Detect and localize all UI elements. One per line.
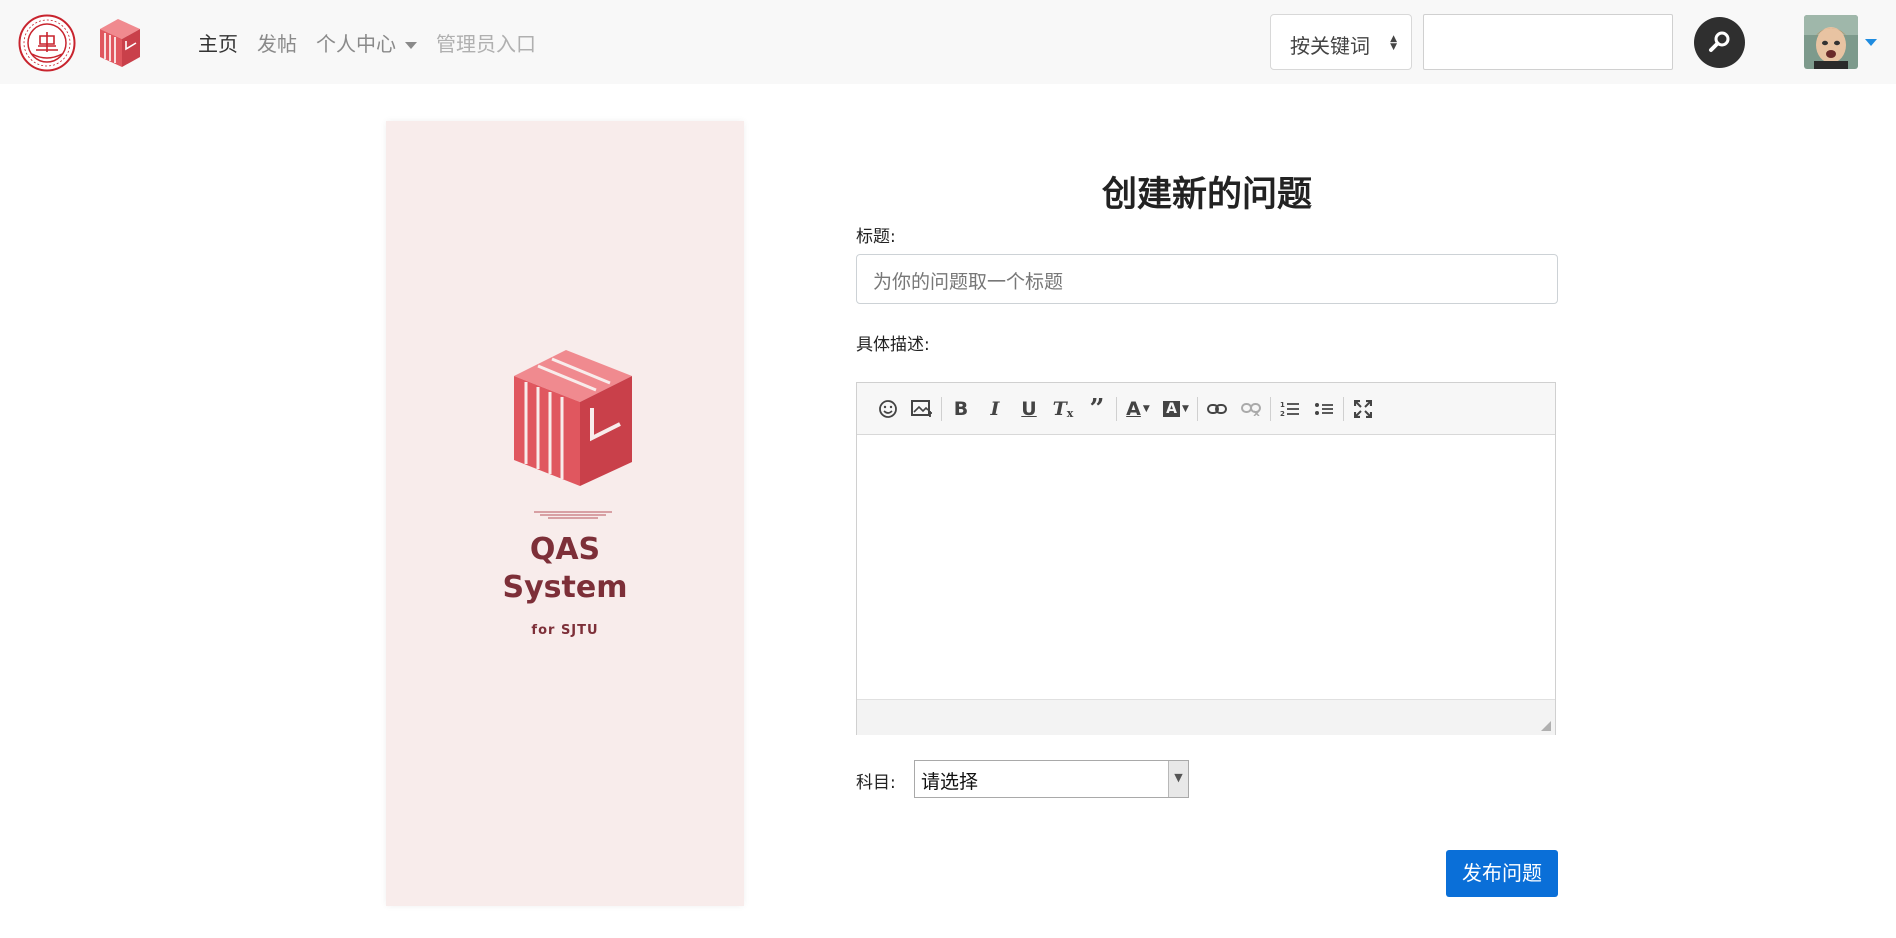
toolbar-separator: [1270, 396, 1271, 421]
unordered-list-icon[interactable]: [1307, 392, 1341, 426]
search-mode-select[interactable]: 按关键词 ▲ ▼: [1270, 14, 1412, 70]
title-input[interactable]: 为你的问题取一个标题: [856, 254, 1558, 304]
toolbar-separator: [1343, 396, 1344, 421]
chevron-down-icon: ▼: [1168, 761, 1188, 797]
svg-text:1: 1: [1280, 401, 1285, 409]
search-mode-value: 按关键词: [1290, 34, 1370, 58]
avatar-image: [1804, 15, 1858, 69]
banner-subtitle: for SJTU: [531, 623, 599, 638]
image-icon[interactable]: [905, 392, 939, 426]
search-button[interactable]: [1694, 17, 1745, 68]
toolbar-separator: [1116, 396, 1117, 421]
rich-text-editor: B I U Tx ” A ▼ A ▼ 12: [856, 382, 1556, 735]
ordered-list-icon[interactable]: 12: [1273, 392, 1307, 426]
banner-title-line1: QAS: [529, 532, 601, 567]
divider-lines: [534, 511, 612, 519]
title-label: 标题:: [856, 227, 896, 247]
top-navbar: 主页 发帖 个人中心 管理员入口 按关键词 ▲ ▼: [0, 0, 1896, 84]
editor-statusbar: [857, 699, 1555, 735]
nav-home-link[interactable]: 主页: [198, 28, 238, 57]
unlink-icon[interactable]: [1234, 392, 1268, 426]
nav-personal-center-dropdown[interactable]: 个人中心: [316, 28, 417, 57]
clear-format-icon[interactable]: Tx: [1046, 392, 1080, 426]
user-avatar[interactable]: [1804, 15, 1858, 69]
emoji-icon[interactable]: [871, 392, 905, 426]
editor-content-area[interactable]: [857, 435, 1555, 699]
qas-logo-large: [514, 350, 632, 486]
toolbar-separator: [941, 396, 942, 421]
nav-admin-link[interactable]: 管理员入口: [436, 28, 536, 57]
underline-icon[interactable]: U: [1012, 392, 1046, 426]
page-title: 创建新的问题: [1101, 175, 1312, 215]
subject-select-value: 请选择: [921, 771, 979, 793]
fullscreen-icon[interactable]: [1346, 392, 1380, 426]
user-menu-chevron-down-icon[interactable]: [1865, 39, 1877, 46]
chevron-down-icon: [405, 42, 417, 49]
link-icon[interactable]: [1200, 392, 1234, 426]
search-icon: [1709, 31, 1730, 52]
nav-personal-center-label: 个人中心: [316, 32, 396, 56]
select-updown-icon: ▲ ▼: [1390, 34, 1397, 52]
editor-toolbar: B I U Tx ” A ▼ A ▼ 12: [857, 383, 1555, 435]
font-color-icon[interactable]: A ▼: [1119, 392, 1157, 426]
publish-question-button[interactable]: 发布问题: [1446, 850, 1558, 897]
italic-icon[interactable]: I: [978, 392, 1012, 426]
main-nav: 主页 发帖 个人中心 管理员入口: [198, 28, 555, 57]
qas-banner: QAS System for SJTU: [386, 121, 744, 906]
resize-handle-icon[interactable]: [1541, 721, 1551, 731]
svg-text:2: 2: [1280, 410, 1285, 418]
background-color-icon[interactable]: A ▼: [1157, 392, 1195, 426]
bold-icon[interactable]: B: [944, 392, 978, 426]
university-seal-logo[interactable]: [18, 14, 76, 72]
nav-post-link[interactable]: 发帖: [257, 28, 297, 57]
banner-title-line2: System: [502, 570, 628, 605]
toolbar-separator: [1197, 396, 1198, 421]
subject-select[interactable]: 请选择 ▼: [914, 760, 1189, 798]
description-label: 具体描述:: [856, 335, 930, 355]
search-input[interactable]: [1423, 14, 1673, 70]
quote-icon[interactable]: ”: [1080, 392, 1114, 426]
subject-label: 科目:: [856, 773, 896, 793]
title-input-placeholder: 为你的问题取一个标题: [873, 271, 1064, 293]
qas-logo-small[interactable]: [96, 15, 144, 69]
